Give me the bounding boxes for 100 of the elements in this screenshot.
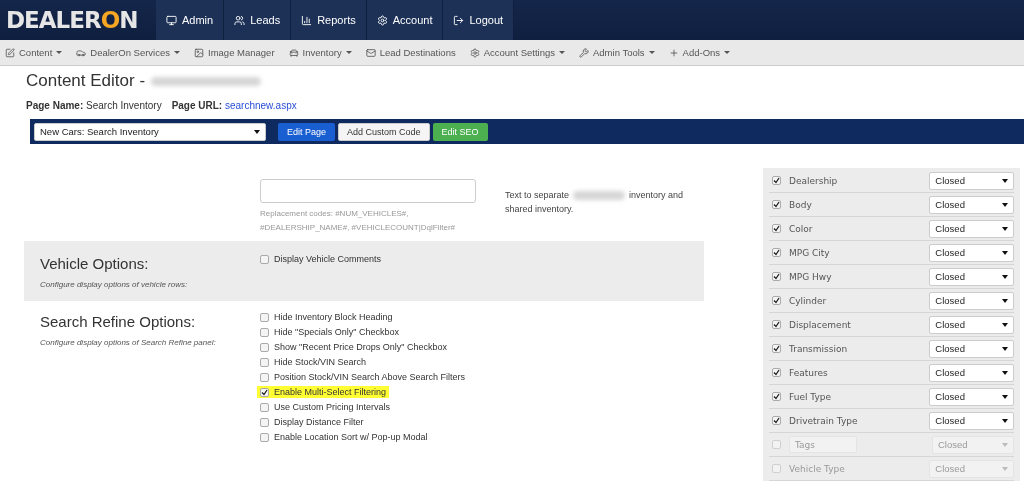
checkbox[interactable] — [260, 254, 269, 264]
caret-icon — [1002, 298, 1008, 303]
checkbox-option[interactable]: Hide Stock/VIN Search — [257, 356, 370, 368]
state-select[interactable]: Closed — [929, 315, 1014, 334]
page-url-link[interactable]: searchnew.aspx — [225, 100, 297, 111]
state-select[interactable]: Closed — [929, 387, 1014, 406]
envelope-icon — [365, 47, 376, 58]
checkbox[interactable] — [260, 327, 269, 337]
state-select[interactable]: Closed — [929, 243, 1014, 262]
filter-label: Transmission — [789, 343, 849, 354]
page-name: Page Name: Search Inventory — [26, 100, 162, 111]
caret-icon — [1002, 202, 1008, 207]
page-select[interactable]: New Cars: Search Inventory — [34, 122, 266, 141]
state-select[interactable]: Closed — [929, 411, 1014, 430]
section-subtitle: Configure display options of vehicle rows: — [40, 280, 189, 289]
page-title: Content Editor - — [26, 71, 146, 91]
settings-icon — [376, 14, 388, 26]
checkbox-option[interactable]: Enable Multi-Select Filtering — [257, 386, 390, 398]
checkbox[interactable] — [772, 176, 781, 185]
dealeron-logo: DEALERON — [5, 6, 139, 35]
menu-item[interactable]: Admin Tools — [579, 47, 655, 58]
section-subtitle: Configure display options of Search Refine panel: — [40, 338, 217, 347]
checkbox[interactable] — [260, 387, 269, 397]
checkbox[interactable] — [260, 372, 269, 382]
checkbox[interactable] — [772, 296, 781, 305]
page-url: Page URL: searchnew.aspx — [171, 100, 297, 111]
section-title: Vehicle Options: — [40, 255, 150, 272]
filter-label: Features — [789, 367, 829, 378]
filter-label: Cylinder — [789, 295, 828, 306]
help-text: Replacement codes: #NUM_VEHICLES#, #DEALERSHIP_NAME#, #VEHICLECOUNT|DqlFilter# — [260, 208, 457, 234]
caret-icon — [1002, 178, 1008, 183]
menu-item[interactable]: Lead Destinations — [365, 47, 456, 58]
caret-icon — [1002, 394, 1008, 399]
checkbox[interactable] — [772, 392, 781, 401]
checkbox-option[interactable]: Display Vehicle Comments — [257, 253, 385, 265]
checkbox-option[interactable]: Show "Recent Price Drops Only" Checkbox — [257, 341, 450, 353]
checkbox[interactable] — [772, 200, 781, 209]
state-select[interactable]: Closed — [929, 195, 1014, 214]
redacted-text — [573, 190, 625, 200]
checkbox-option[interactable]: Enable Location Sort w/ Pop-up Modal — [257, 431, 431, 443]
state-select[interactable]: Closed — [929, 291, 1014, 310]
checkbox-option[interactable]: Hide Inventory Block Heading — [257, 311, 396, 323]
checkbox[interactable] — [772, 272, 781, 281]
state-select[interactable]: Closed — [929, 339, 1014, 358]
checkbox[interactable] — [772, 416, 781, 425]
plus-icon — [668, 47, 679, 58]
nav-button[interactable]: Leads — [224, 0, 292, 40]
caret-icon — [254, 129, 260, 134]
toolbar-button[interactable]: Edit Page — [278, 122, 336, 141]
checkbox[interactable] — [772, 344, 781, 353]
checkbox[interactable] — [260, 342, 269, 352]
caret-icon — [1002, 370, 1008, 375]
checkbox-option[interactable]: Hide "Specials Only" Checkbox — [257, 326, 402, 338]
checkbox[interactable] — [260, 432, 269, 442]
nav-button[interactable]: Admin — [156, 0, 225, 40]
caret-icon — [1002, 466, 1008, 471]
checkbox[interactable] — [772, 368, 781, 377]
field-note: Text to separate — [504, 189, 569, 202]
filter-label: Color — [789, 223, 814, 234]
state-select[interactable]: Closed — [929, 171, 1014, 190]
menu-item[interactable]: Inventory — [288, 47, 352, 58]
checkbox[interactable] — [772, 224, 781, 233]
caret-icon — [1002, 442, 1008, 447]
input-field[interactable] — [260, 179, 476, 203]
nav-button[interactable]: Reports — [291, 0, 367, 40]
filter-label: Fuel Type — [789, 391, 832, 402]
checkbox-option[interactable]: Display Distance Filter — [257, 416, 367, 428]
nav-button[interactable]: Logout — [443, 0, 515, 40]
toolbar-button[interactable]: Add Custom Code — [338, 122, 430, 141]
checkbox-option[interactable]: Position Stock/VIN Search Above Search Filters — [257, 371, 469, 383]
settings-icon — [469, 47, 480, 58]
checkbox[interactable] — [772, 320, 781, 329]
field-note: inventory and — [629, 189, 684, 202]
checkbox[interactable] — [260, 402, 269, 412]
menu-item[interactable]: Add-Ons — [668, 47, 731, 58]
car-icon — [76, 47, 87, 58]
edit-icon — [5, 47, 15, 58]
checkbox[interactable] — [260, 417, 269, 427]
menu-item[interactable]: Account Settings — [469, 47, 565, 58]
section-title: Search Refine Options: — [40, 313, 197, 330]
filter-label: Dealership — [789, 175, 839, 186]
state-select[interactable]: Closed — [929, 219, 1014, 238]
checkbox[interactable] — [260, 312, 269, 322]
image-icon — [194, 47, 204, 58]
caret-icon — [1002, 322, 1008, 327]
filter-label: Displacement — [789, 319, 852, 330]
menu-item[interactable]: Image Manager — [194, 47, 275, 58]
menu-item[interactable]: DealerOn Services — [76, 47, 180, 58]
menu-item[interactable]: Content — [5, 47, 63, 58]
state-select[interactable]: Closed — [929, 267, 1014, 286]
car-icon — [288, 47, 299, 58]
checkbox-option[interactable]: Use Custom Pricing Intervals — [257, 401, 394, 413]
caret-icon — [1002, 418, 1008, 423]
state-select[interactable]: Closed — [929, 363, 1014, 382]
field-note: shared inventory. — [504, 203, 574, 216]
filter-label: Vehicle Type — [789, 463, 846, 474]
checkbox[interactable] — [772, 248, 781, 257]
checkbox[interactable] — [260, 357, 269, 367]
users-icon — [234, 14, 246, 26]
nav-button[interactable]: Account — [366, 0, 444, 40]
